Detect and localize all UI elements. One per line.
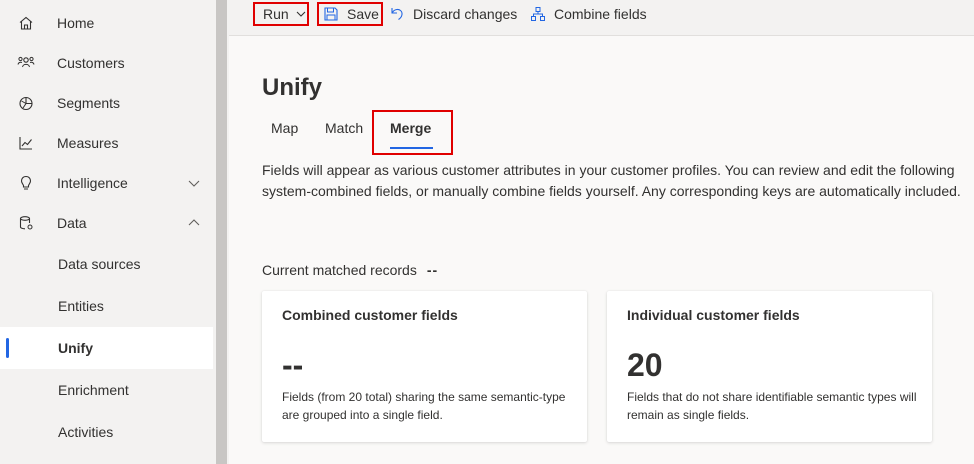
customers-icon [16, 53, 36, 73]
sidebar-item-home[interactable]: Home [0, 3, 213, 43]
tab-merge[interactable]: Merge [390, 120, 431, 136]
sidebar-item-intelligence[interactable]: Intelligence [0, 163, 213, 203]
sidebar-item-activities[interactable]: Activities [0, 411, 213, 453]
combine-fields-button[interactable]: Combine fields [530, 2, 647, 26]
sidebar-scrollbar-thumb[interactable] [216, 0, 227, 464]
segments-icon [16, 93, 36, 113]
sidebar-item-label: Segments [57, 95, 121, 111]
card-title: Combined customer fields [282, 307, 458, 323]
sidebar-item-label: Measures [57, 135, 119, 151]
sidebar-item-customers[interactable]: Customers [0, 43, 213, 83]
main-content: Unify Map Match Merge Fields will appear… [229, 37, 974, 464]
run-label: Run [263, 6, 289, 22]
save-button[interactable]: Save [317, 2, 383, 26]
sidebar-item-segments[interactable]: Segments [0, 83, 213, 123]
sidebar-item-label: Entities [58, 298, 104, 314]
database-icon [16, 213, 36, 233]
sidebar-item-label: Home [57, 15, 95, 31]
active-tab-indicator [390, 147, 433, 149]
sidebar-item-unify[interactable]: Unify [0, 327, 213, 369]
measures-icon [16, 133, 36, 153]
card-description: Fields that do not share identifiable se… [627, 390, 917, 422]
matched-records-value: -- [426, 262, 439, 278]
run-button[interactable]: Run [253, 2, 309, 26]
card-title: Individual customer fields [627, 307, 800, 323]
sidebar-item-entities[interactable]: Entities [0, 285, 213, 327]
command-bar: Run Save Discard changes Combine fields [229, 0, 974, 36]
combine-icon [530, 6, 546, 22]
sidebar-item-data-sources[interactable]: Data sources [0, 243, 213, 285]
sidebar-item-label: Intelligence [57, 175, 128, 191]
matched-records: Current matched records -- [262, 262, 438, 278]
tab-map[interactable]: Map [271, 120, 298, 136]
individual-fields-card[interactable]: Individual customer fields 20 Fields tha… [607, 291, 932, 442]
undo-icon [389, 6, 405, 22]
sidebar: Home Customers Segments Measures Intelli… [0, 0, 213, 464]
sidebar-item-label: Activities [58, 424, 114, 440]
card-value: 20 [627, 347, 663, 383]
home-icon [16, 13, 36, 33]
card-value: -- [282, 347, 304, 383]
chevron-down-icon [295, 8, 307, 20]
discard-changes-button[interactable]: Discard changes [389, 2, 517, 26]
sidebar-item-data[interactable]: Data [0, 203, 213, 243]
sidebar-item-enrichment[interactable]: Enrichment [0, 369, 213, 411]
sidebar-item-label: Unify [58, 340, 93, 356]
sidebar-item-label: Customers [57, 55, 125, 71]
sidebar-item-label: Enrichment [58, 382, 129, 398]
chevron-down-icon[interactable] [186, 175, 202, 191]
card-description: Fields (from 20 total) sharing the same … [282, 390, 566, 422]
lightbulb-icon [16, 173, 36, 193]
save-label: Save [347, 6, 379, 22]
merge-description: Fields will appear as various customer a… [262, 162, 961, 199]
matched-records-label: Current matched records [262, 262, 417, 278]
sidebar-item-measures[interactable]: Measures [0, 123, 213, 163]
sidebar-item-label: Data [57, 215, 87, 231]
discard-label: Discard changes [413, 6, 518, 22]
tab-match[interactable]: Match [325, 120, 363, 136]
combine-label: Combine fields [554, 6, 647, 22]
selection-indicator [6, 338, 9, 358]
sidebar-item-label: Data sources [58, 256, 141, 272]
combined-fields-card[interactable]: Combined customer fields -- Fields (from… [262, 291, 587, 442]
save-icon [323, 6, 339, 22]
chevron-up-icon[interactable] [186, 215, 202, 231]
page-title: Unify [262, 74, 322, 101]
